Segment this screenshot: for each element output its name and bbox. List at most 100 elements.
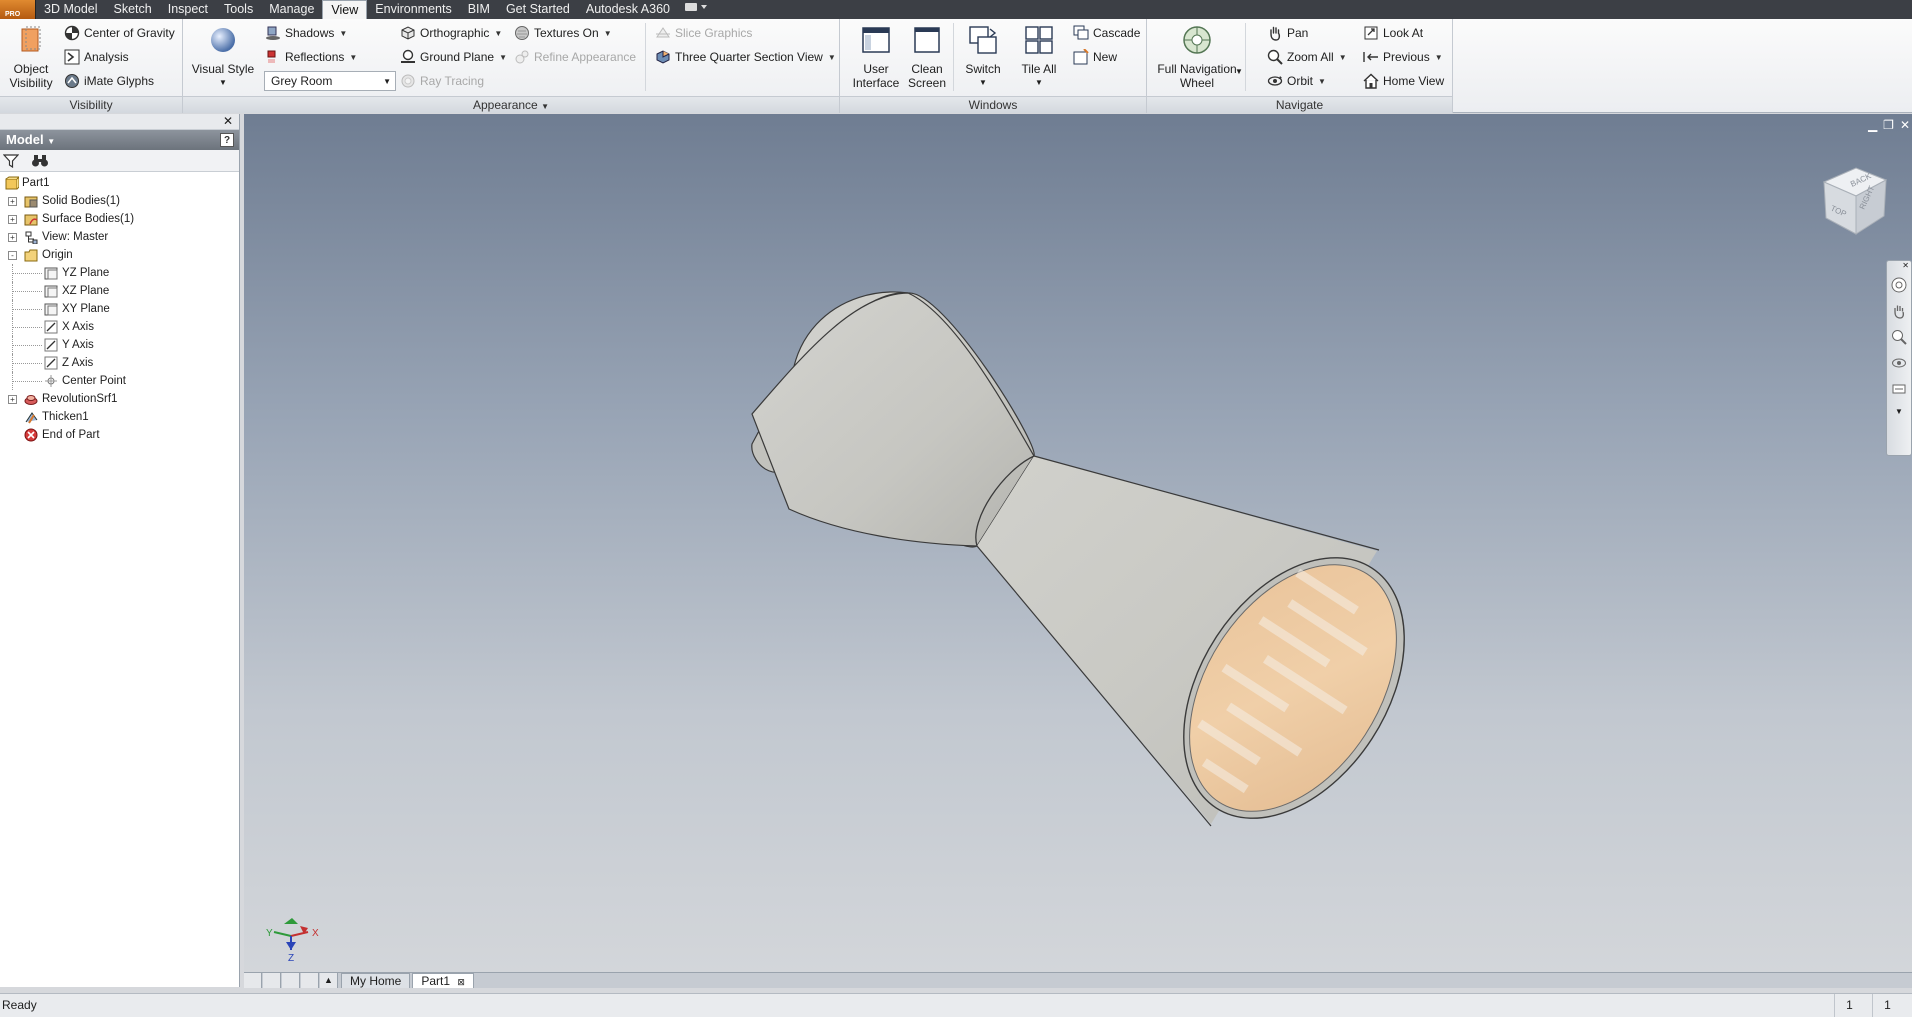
tree-expand-icon[interactable]: +: [8, 233, 17, 242]
tree-node[interactable]: Z Axis: [0, 354, 239, 372]
navigate-panel: Full Navigation Wheel ▼ Pan Zoom All ▼ Or…: [1147, 19, 1453, 113]
browser-header[interactable]: Model ▼ ?: [0, 130, 239, 150]
navbar-zoom-icon[interactable]: [1891, 329, 1907, 345]
find-binoculars-icon[interactable]: [31, 154, 49, 168]
tree-node-label: Surface Bodies(1): [42, 213, 135, 225]
tab-part1-close-icon[interactable]: ⊠: [457, 977, 465, 987]
tab-part1[interactable]: Part1 ⊠: [412, 973, 474, 988]
tree-collapse-icon[interactable]: -: [8, 251, 17, 260]
tree-node[interactable]: + Surface Bodies(1): [0, 210, 239, 228]
ray-tracing-icon: [401, 74, 415, 88]
navbar-wheel-icon[interactable]: [1891, 277, 1907, 293]
navbar-close-icon[interactable]: ✕: [1887, 261, 1911, 270]
full-navigation-wheel-label: Full Navigation Wheel: [1157, 62, 1237, 90]
object-visibility-label: Object Visibility: [9, 62, 53, 90]
switch-button[interactable]: Switch ▼: [958, 23, 1008, 90]
cascade-tabs-icon[interactable]: [282, 973, 300, 988]
browser-close-icon[interactable]: ✕: [223, 114, 233, 128]
tab-tools[interactable]: Tools: [216, 0, 261, 19]
pan-hand-icon: [1270, 26, 1281, 41]
browser-help-button[interactable]: ?: [220, 133, 234, 147]
textures-on-button[interactable]: Textures On ▼: [514, 23, 612, 43]
tree-node[interactable]: - Origin: [0, 246, 239, 264]
orthographic-dropdown-icon: ▼: [494, 28, 503, 38]
tree-node[interactable]: X Axis: [0, 318, 239, 336]
navbar-pan-icon[interactable]: [1891, 303, 1907, 319]
filter-icon[interactable]: [3, 153, 19, 168]
ground-plane-button[interactable]: Ground Plane ▼: [400, 47, 507, 67]
cascade-button[interactable]: Cascade: [1073, 23, 1140, 43]
graphics-viewport[interactable]: ▁ ❐ ✕ BACK TOP RIGHT ✕ ▼ Y X Z: [244, 114, 1912, 972]
tab-environments[interactable]: Environments: [367, 0, 459, 19]
tree-node[interactable]: XZ Plane: [0, 282, 239, 300]
tree-node[interactable]: End of Part: [0, 426, 239, 444]
document-list-icon[interactable]: ▲: [320, 973, 338, 988]
tree-node[interactable]: Thicken1: [0, 408, 239, 426]
clean-screen-button[interactable]: Clean Screen: [902, 23, 952, 90]
tab-sketch[interactable]: Sketch: [106, 0, 160, 19]
navigation-wheel-icon: [1183, 26, 1211, 54]
full-navigation-wheel-button[interactable]: Full Navigation Wheel: [1151, 23, 1243, 90]
tree-node[interactable]: Part1: [0, 174, 239, 192]
user-interface-button[interactable]: User Interface: [848, 23, 904, 90]
revolution-model[interactable]: [751, 291, 1450, 859]
slice-graphics-button[interactable]: Slice Graphics: [655, 23, 752, 43]
navbar-orbit-icon[interactable]: [1891, 355, 1907, 371]
navigation-bar: ✕ ▼: [1886, 260, 1912, 456]
appearance-panel-expand-icon[interactable]: ▼: [541, 102, 549, 111]
home-view-button[interactable]: Home View: [1363, 71, 1444, 91]
shadows-button[interactable]: Shadows ▼: [265, 23, 347, 43]
object-visibility-button[interactable]: Object Visibility: [4, 23, 58, 90]
tab-manage[interactable]: Manage: [261, 0, 322, 19]
solid-bodies-icon: [24, 196, 38, 208]
object-visibility-icon: [21, 26, 41, 52]
look-at-button[interactable]: Look At: [1363, 23, 1423, 43]
tree-expand-icon[interactable]: +: [8, 215, 17, 224]
tile-vertical-icon[interactable]: [263, 973, 281, 988]
tree-node[interactable]: YZ Plane: [0, 264, 239, 282]
tree-node[interactable]: + Solid Bodies(1): [0, 192, 239, 210]
reflections-button[interactable]: Reflections ▼: [265, 47, 357, 67]
navbar-customize-icon[interactable]: ▼: [1887, 407, 1911, 416]
tree-expand-icon[interactable]: +: [8, 395, 17, 404]
tree-node-label: Y Axis: [62, 339, 94, 351]
tab-my-home[interactable]: My Home: [341, 973, 411, 988]
tab-inspect[interactable]: Inspect: [160, 0, 216, 19]
navbar-look-at-icon[interactable]: [1891, 381, 1907, 397]
tab-3d-model[interactable]: 3D Model: [36, 0, 106, 19]
viewcube[interactable]: BACK TOP RIGHT: [1814, 160, 1894, 240]
new-window-button[interactable]: New: [1073, 47, 1117, 67]
previous-view-button[interactable]: Previous ▼: [1363, 47, 1443, 67]
browser-title: Model: [6, 132, 44, 147]
imate-glyphs-button[interactable]: iMate Glyphs: [64, 71, 154, 91]
tree-node[interactable]: Y Axis: [0, 336, 239, 354]
tree-expand-icon[interactable]: +: [8, 197, 17, 206]
center-of-gravity-button[interactable]: Center of Gravity: [64, 23, 175, 43]
lighting-style-select[interactable]: Grey Room ▼: [264, 71, 396, 91]
lighting-style-value: Grey Room: [271, 74, 333, 88]
tree-node[interactable]: Center Point: [0, 372, 239, 390]
three-quarter-section-view-button[interactable]: Three Quarter Section View ▼: [655, 47, 836, 67]
pan-button[interactable]: Pan: [1267, 23, 1308, 43]
analysis-button[interactable]: Analysis: [64, 47, 129, 67]
tile-all-button[interactable]: Tile All ▼: [1014, 23, 1064, 90]
arrange-tabs-icon[interactable]: [301, 973, 319, 988]
tile-horizontal-icon[interactable]: [244, 973, 262, 988]
tab-view[interactable]: View: [322, 0, 368, 19]
tab-bim[interactable]: BIM: [460, 0, 498, 19]
tree-node[interactable]: XY Plane: [0, 300, 239, 318]
application-menu-button[interactable]: PRO: [0, 0, 36, 19]
navigation-wheel-dropdown-icon[interactable]: ▼: [1235, 67, 1243, 76]
tab-autodesk-a360[interactable]: Autodesk A360: [578, 0, 678, 19]
tab-get-started[interactable]: Get Started: [498, 0, 578, 19]
ray-tracing-button[interactable]: Ray Tracing: [400, 71, 484, 91]
refine-appearance-button[interactable]: Refine Appearance: [514, 47, 636, 67]
orthographic-button[interactable]: Orthographic ▼: [400, 23, 502, 43]
orbit-button[interactable]: Orbit ▼: [1267, 71, 1326, 91]
thicken-icon: [25, 412, 38, 424]
zoom-all-button[interactable]: Zoom All ▼: [1267, 47, 1347, 67]
tree-node[interactable]: + RevolutionSrf1: [0, 390, 239, 408]
visual-style-button[interactable]: Visual Style ▼: [191, 23, 255, 90]
tree-node[interactable]: + View: Master: [0, 228, 239, 246]
ribbon-display-toggle[interactable]: [678, 0, 714, 19]
